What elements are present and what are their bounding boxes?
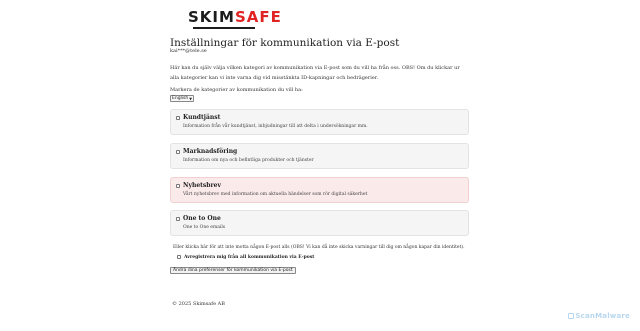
logo-text-skim: SKIM [188, 8, 235, 26]
logo-text-safe: SAFE [234, 8, 282, 26]
logo-underline [193, 27, 255, 29]
unsubscribe-note: Eller klicka här för att inte motta någo… [173, 245, 465, 250]
user-email: kai***@tele.se [170, 48, 207, 54]
intro-text: Här kan du själv välja vilken kategori a… [170, 65, 460, 81]
category-desc: Vårt nyhetsbrev med information om aktue… [183, 192, 368, 197]
category-card-nyhetsbrev: Nyhetsbrev Vårt nyhetsbrev med informati… [170, 177, 469, 203]
scanmalware-logo-icon [568, 313, 575, 319]
unsubscribe-checkbox[interactable] [177, 255, 181, 259]
category-card-one-to-one: One to One One to One emails [170, 210, 469, 236]
category-card-marknadsforing: Marknadsföring Information om nya och be… [170, 143, 469, 169]
chevron-down-icon: ▼ [189, 97, 192, 101]
category-checkbox[interactable] [176, 184, 180, 188]
watermark: ScanMalware [568, 312, 630, 320]
category-name: Marknadsföring [183, 148, 238, 155]
unsubscribe-label[interactable]: Avregistrera mig från all kommunikation … [184, 255, 314, 260]
category-desc: One to One emails [183, 225, 226, 230]
watermark-text: ScanMalware [575, 312, 630, 320]
language-select-value: English [172, 96, 189, 101]
category-name: One to One [183, 215, 221, 222]
category-name: Kundtjänst [183, 114, 221, 121]
category-prompt: Markera de kategorier av kommunikation d… [170, 87, 303, 93]
category-checkbox[interactable] [176, 150, 180, 154]
category-desc: Information om nya och befintliga produk… [183, 158, 314, 163]
category-checkbox[interactable] [176, 116, 180, 120]
category-name: Nyhetsbrev [183, 182, 221, 189]
category-checkbox[interactable] [176, 217, 180, 221]
category-card-kundtjanst: Kundtjänst Information från vår kundtjän… [170, 109, 469, 135]
language-select[interactable]: English ▼ [170, 95, 194, 102]
footer-copyright: © 2025 Skimsafe AB [172, 301, 225, 307]
category-desc: Information från vår kundtjänst, inbjudn… [183, 124, 368, 129]
submit-preferences-button[interactable]: Ändra dina preferenser för kommunikation… [170, 267, 296, 274]
